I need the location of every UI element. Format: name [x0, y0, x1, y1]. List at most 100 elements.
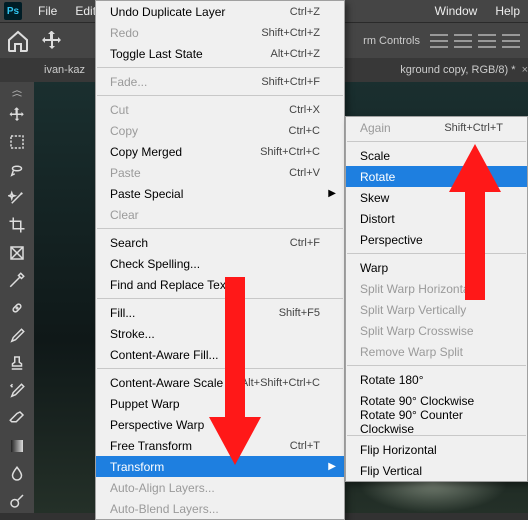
wand-tool[interactable]	[4, 186, 30, 210]
menu-item-scale[interactable]: Scale	[346, 145, 527, 166]
dodge-tool[interactable]	[4, 489, 30, 513]
menu-item-flip-horizontal[interactable]: Flip Horizontal	[346, 439, 527, 460]
menu-item-perspective-warp[interactable]: Perspective Warp	[96, 414, 344, 435]
label: Rotate 90° Counter Clockwise	[360, 408, 503, 436]
align-icon[interactable]	[502, 34, 520, 48]
label: Search	[110, 236, 148, 250]
label: Rotate 180°	[360, 373, 424, 387]
menu-item-again[interactable]: Again Shift+Ctrl+T	[346, 117, 527, 138]
label: Split Warp Horizontally	[360, 282, 481, 296]
shortcut: Alt+Ctrl+Z	[270, 48, 320, 60]
frame-tool[interactable]	[4, 241, 30, 265]
menu-item-split-warp-h[interactable]: Split Warp Horizontally	[346, 278, 527, 299]
label: Skew	[360, 191, 389, 205]
menu-item-paste-special[interactable]: Paste Special▶	[96, 183, 344, 204]
gradient-tool[interactable]	[4, 434, 30, 458]
collapse-icon[interactable]	[11, 88, 23, 97]
align-icon[interactable]	[430, 34, 448, 48]
menu-item-rotate-90ccw[interactable]: Rotate 90° Counter Clockwise	[346, 411, 527, 432]
close-tab-icon[interactable]: ×	[522, 64, 528, 76]
shortcut: Shift+F5	[279, 307, 320, 319]
label: Stroke...	[110, 327, 155, 341]
label: Perspective Warp	[110, 418, 204, 432]
menu-item-rotate-180[interactable]: Rotate 180°	[346, 369, 527, 390]
menu-item-split-warp-v[interactable]: Split Warp Vertically	[346, 299, 527, 320]
menu-item-stroke[interactable]: Stroke...	[96, 323, 344, 344]
menu-item-find-replace[interactable]: Find and Replace Text...	[96, 274, 344, 295]
menu-item-fill[interactable]: Fill...Shift+F5	[96, 302, 344, 323]
menu-item-skew[interactable]: Skew	[346, 187, 527, 208]
tab-label-left[interactable]: ivan-kaz	[44, 64, 85, 76]
menu-item-flip-vertical[interactable]: Flip Vertical	[346, 460, 527, 481]
label: Content-Aware Fill...	[110, 348, 219, 362]
shortcut: Ctrl+X	[289, 104, 320, 116]
menu-help[interactable]: Help	[487, 2, 528, 20]
menu-item-undo[interactable]: Undo Duplicate LayerCtrl+Z	[96, 1, 344, 22]
marquee-tool[interactable]	[4, 131, 30, 155]
crop-tool[interactable]	[4, 213, 30, 237]
blur-tool[interactable]	[4, 462, 30, 486]
label: Puppet Warp	[110, 397, 180, 411]
menu-item-copy-merged[interactable]: Copy MergedShift+Ctrl+C	[96, 141, 344, 162]
label: Flip Horizontal	[360, 443, 437, 457]
menu-item-distort[interactable]: Distort	[346, 208, 527, 229]
menu-item-redo[interactable]: RedoShift+Ctrl+Z	[96, 22, 344, 43]
move-tool[interactable]	[4, 103, 30, 127]
lasso-tool[interactable]	[4, 158, 30, 182]
label: Check Spelling...	[110, 257, 200, 271]
label: Flip Vertical	[360, 464, 422, 478]
align-icon[interactable]	[454, 34, 472, 48]
stamp-tool[interactable]	[4, 351, 30, 375]
menu-item-clear[interactable]: Clear	[96, 204, 344, 225]
menu-window[interactable]: Window	[427, 2, 486, 20]
align-icons	[430, 34, 520, 48]
shortcut: Shift+Ctrl+F	[261, 76, 320, 88]
label: Toggle Last State	[110, 47, 203, 61]
eraser-tool[interactable]	[4, 407, 30, 431]
menu-item-cut[interactable]: CutCtrl+X	[96, 99, 344, 120]
menu-item-toggle-state[interactable]: Toggle Last State Alt+Ctrl+Z	[96, 43, 344, 64]
menu-file[interactable]: File	[30, 2, 65, 20]
edit-menu: Undo Duplicate LayerCtrl+Z RedoShift+Ctr…	[95, 0, 345, 520]
menu-item-copy[interactable]: Copy Ctrl+C	[96, 120, 344, 141]
menu-item-rotate[interactable]: Rotate	[346, 166, 527, 187]
menu-item-content-aware-scale[interactable]: Content-Aware ScaleAlt+Shift+Ctrl+C	[96, 372, 344, 393]
label: Rotate 90° Clockwise	[360, 394, 474, 408]
shortcut: Shift+Ctrl+T	[444, 122, 503, 134]
menu-item-puppet-warp[interactable]: Puppet Warp	[96, 393, 344, 414]
label: Again	[360, 121, 391, 135]
menu-item-remove-warp-split[interactable]: Remove Warp Split	[346, 341, 527, 362]
brush-tool[interactable]	[4, 324, 30, 348]
menu-item-warp[interactable]: Warp	[346, 257, 527, 278]
label: Perspective	[360, 233, 423, 247]
menu-item-search[interactable]: SearchCtrl+F	[96, 232, 344, 253]
menu-item-transform[interactable]: Transform▶	[96, 456, 344, 477]
app-logo: Ps	[4, 2, 22, 20]
menu-item-auto-blend[interactable]: Auto-Blend Layers...	[96, 498, 344, 519]
shortcut: Ctrl+C	[289, 125, 320, 137]
label: Copy	[110, 124, 138, 138]
menu-item-perspective[interactable]: Perspective	[346, 229, 527, 250]
align-icon[interactable]	[478, 34, 496, 48]
move-tool-icon[interactable]	[40, 29, 64, 53]
tab-label-right[interactable]: kground copy, RGB/8) *	[400, 64, 515, 76]
eyedropper-tool[interactable]	[4, 269, 30, 293]
menu-item-check-spelling[interactable]: Check Spelling...	[96, 253, 344, 274]
submenu-arrow-icon: ▶	[328, 461, 336, 472]
menu-item-paste[interactable]: Paste Ctrl+V	[96, 162, 344, 183]
menu-item-content-aware-fill[interactable]: Content-Aware Fill...	[96, 344, 344, 365]
history-brush-tool[interactable]	[4, 379, 30, 403]
label: Free Transform	[110, 439, 192, 453]
shortcut: Shift+Ctrl+C	[260, 146, 320, 158]
menu-item-fade[interactable]: Fade...Shift+Ctrl+F	[96, 71, 344, 92]
heal-tool[interactable]	[4, 296, 30, 320]
label: Auto-Align Layers...	[110, 481, 215, 495]
shortcut: Ctrl+V	[289, 167, 320, 179]
label: Paste	[110, 166, 141, 180]
menu-item-free-transform[interactable]: Free TransformCtrl+T	[96, 435, 344, 456]
home-icon[interactable]	[6, 29, 30, 53]
menu-item-auto-align[interactable]: Auto-Align Layers...	[96, 477, 344, 498]
label: Split Warp Crosswise	[360, 324, 474, 338]
label: Find and Replace Text...	[110, 278, 239, 292]
menu-item-split-warp-c[interactable]: Split Warp Crosswise	[346, 320, 527, 341]
